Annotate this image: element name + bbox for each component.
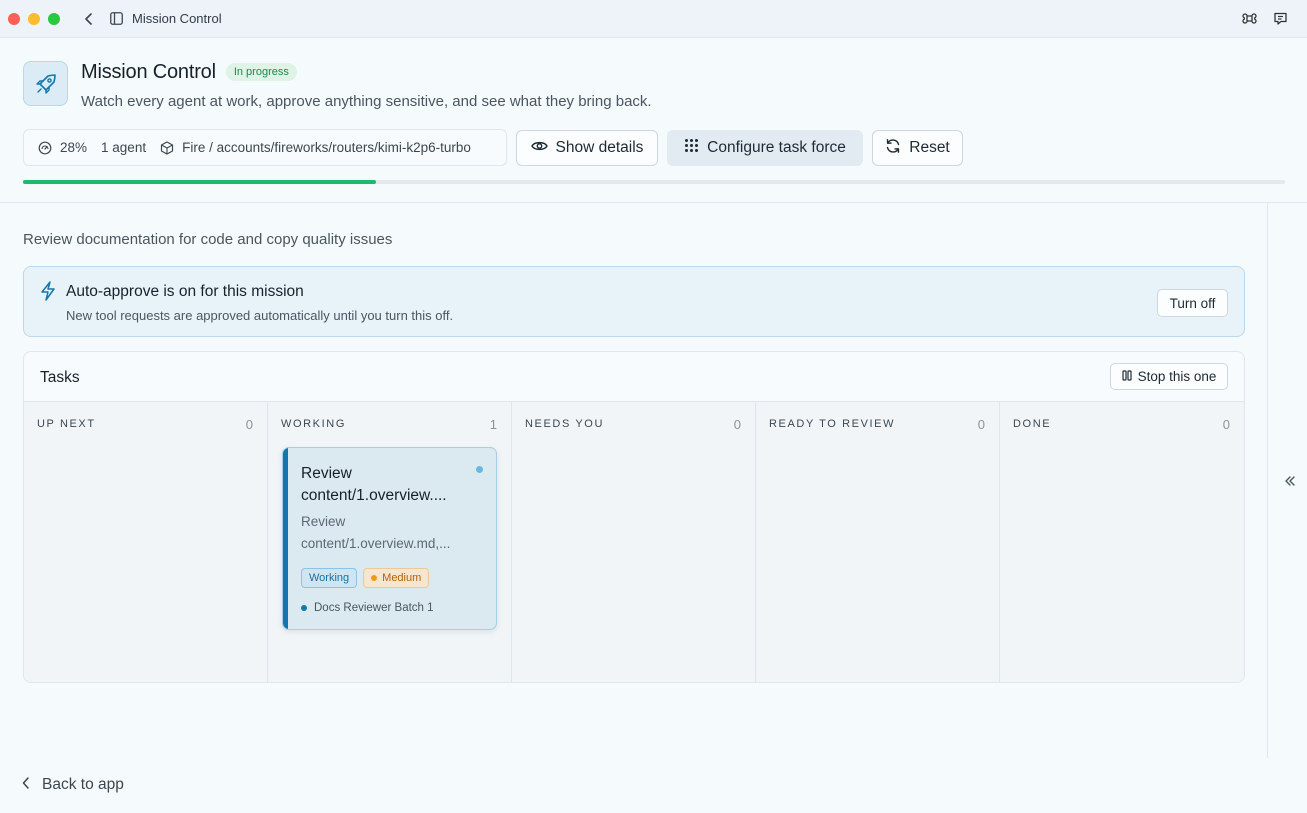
tasks-header: Tasks Stop this one: [24, 352, 1244, 402]
back-icon[interactable]: [80, 10, 98, 28]
column-count: 0: [245, 417, 253, 432]
priority-dot-icon: [371, 575, 378, 581]
configure-task-force-button[interactable]: Configure task force: [667, 130, 863, 166]
stop-label: Stop this one: [1137, 369, 1217, 384]
column-name: DONE: [1013, 418, 1052, 430]
command-icon[interactable]: [1241, 10, 1258, 27]
banner-title: Auto-approve is on for this mission: [66, 283, 304, 300]
banner-text: New tool requests are approved automatic…: [66, 308, 454, 323]
tasks-panel: Tasks Stop this one UP NEXT 0 WORKING 1 …: [23, 351, 1245, 683]
column-name: WORKING: [281, 418, 346, 430]
status-badge: In progress: [225, 63, 297, 81]
column-name: READY TO REVIEW: [769, 418, 896, 430]
progress-percent: 28%: [60, 140, 88, 155]
column-working: WORKING 1 Review content/1.overview.... …: [268, 402, 512, 682]
task-description: Review content/1.overview.md,...: [301, 514, 451, 551]
reset-label: Reset: [909, 139, 950, 156]
page-title: Mission Control: [81, 60, 216, 83]
mission-description: Review documentation for code and copy q…: [23, 231, 393, 248]
titlebar-actions: [1241, 10, 1289, 27]
tasks-title: Tasks: [40, 369, 80, 386]
chevron-left-icon: [22, 776, 30, 794]
minimize-window-button[interactable]: [28, 12, 40, 25]
agent-count: 1 agent: [101, 140, 147, 155]
back-to-app-link[interactable]: Back to app: [22, 776, 124, 794]
show-details-label: Show details: [555, 139, 644, 156]
feedback-icon[interactable]: [1272, 10, 1289, 27]
header-divider: [0, 202, 1307, 203]
column-ready-to-review: READY TO REVIEW 0: [756, 402, 1000, 682]
sidebar-toggle-icon[interactable]: [108, 11, 124, 27]
column-count: 1: [489, 417, 497, 432]
status-tag: Working: [301, 568, 358, 588]
mission-progress-bar: [23, 180, 1285, 184]
cube-icon: [160, 140, 174, 155]
close-window-button[interactable]: [8, 12, 20, 25]
card-accent: [283, 448, 288, 629]
task-card[interactable]: Review content/1.overview.... Review con…: [282, 447, 497, 630]
model-path: Fire / accounts/fireworks/routers/kimi-k…: [182, 140, 471, 155]
window-controls: [8, 12, 60, 25]
column-needs-you: NEEDS YOU 0: [512, 402, 756, 682]
column-count: 0: [977, 417, 985, 432]
title-bar: Mission Control: [0, 0, 1307, 38]
reset-button[interactable]: Reset: [872, 130, 963, 166]
configure-label: Configure task force: [707, 139, 846, 156]
column-count: 0: [733, 417, 741, 432]
column-up-next: UP NEXT 0: [24, 402, 268, 682]
auto-approve-banner: Auto-approve is on for this mission New …: [23, 266, 1245, 337]
rocket-icon: [23, 61, 68, 106]
back-to-app-label: Back to app: [42, 776, 124, 793]
pause-icon: [1121, 369, 1132, 384]
column-done: DONE 0: [1000, 402, 1244, 682]
column-count: 0: [1222, 417, 1230, 432]
expand-panel-icon[interactable]: [1281, 472, 1299, 490]
gauge-icon: [38, 141, 52, 155]
title-row: Mission Control In progress: [81, 61, 297, 83]
task-tags: Working Medium: [301, 568, 430, 588]
mission-progress-fill: [23, 180, 377, 184]
side-panel-divider[interactable]: [1267, 203, 1268, 758]
lightning-icon: [40, 281, 58, 301]
page-subtitle: Watch every agent at work, approve anyth…: [81, 93, 652, 110]
show-details-button[interactable]: Show details: [516, 130, 658, 166]
agent-name: Docs Reviewer Batch 1: [314, 602, 434, 614]
agent-dot-icon: [301, 605, 307, 611]
turn-off-button[interactable]: Turn off: [1157, 289, 1228, 317]
task-agent: Docs Reviewer Batch 1: [301, 602, 434, 614]
refresh-icon: [885, 138, 901, 159]
mission-meta: 28% 1 agent Fire / accounts/fireworks/ro…: [23, 129, 507, 166]
window-title: Mission Control: [132, 11, 222, 26]
column-name: NEEDS YOU: [525, 418, 604, 430]
task-board: UP NEXT 0 WORKING 1 Review content/1.ove…: [24, 402, 1244, 682]
eye-icon: [530, 139, 548, 157]
stop-this-one-button[interactable]: Stop this one: [1110, 363, 1228, 390]
grid-icon: [684, 138, 699, 158]
column-name: UP NEXT: [37, 418, 96, 430]
priority-tag: Medium: [363, 568, 430, 588]
priority-label: Medium: [382, 572, 422, 584]
task-title: Review content/1.overview....: [301, 465, 447, 504]
zoom-window-button[interactable]: [48, 12, 60, 25]
